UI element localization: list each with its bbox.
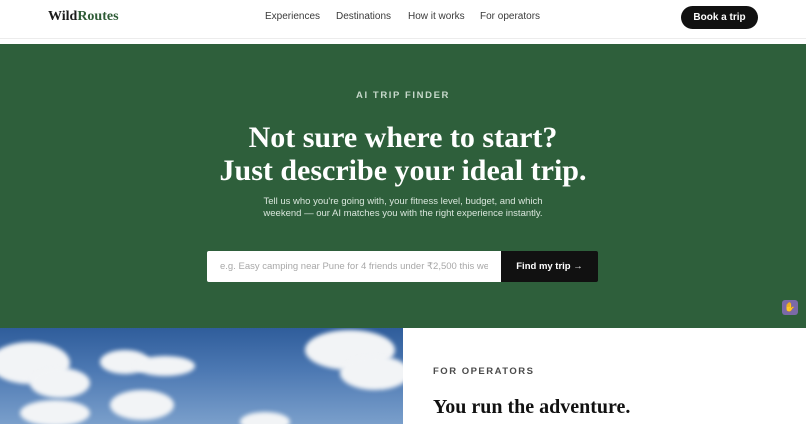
nav-link-experiences[interactable]: Experiences xyxy=(265,11,320,22)
operators-eyebrow: FOR OPERATORS xyxy=(433,366,535,377)
nav-link-how-it-works[interactable]: How it works xyxy=(408,11,465,22)
trip-search-input[interactable] xyxy=(207,251,501,282)
top-nav: WildRoutes Experiences Destinations How … xyxy=(0,0,806,39)
hero-eyebrow: AI TRIP FINDER xyxy=(355,90,450,101)
cloud-shape xyxy=(240,412,290,424)
hand-icon[interactable]: ✋ xyxy=(782,300,798,315)
hero-subtext: Tell us who you're going with, your fitn… xyxy=(263,196,543,219)
hero-headline: Not sure where to start? Just describe y… xyxy=(0,121,806,187)
ai-trip-finder-section: AI TRIP FINDER Not sure where to start? … xyxy=(0,44,806,328)
headline-line-2: Just describe your ideal trip. xyxy=(219,154,587,187)
cloud-shape xyxy=(20,400,90,424)
book-trip-button[interactable]: Book a trip xyxy=(681,6,758,29)
cloud-shape xyxy=(30,368,90,398)
cloud-shape xyxy=(135,356,195,376)
nav-link-destinations[interactable]: Destinations xyxy=(336,11,391,22)
find-trip-button[interactable]: Find my trip → xyxy=(501,251,598,282)
operators-section: FOR OPERATORS You run the adventure. xyxy=(403,328,806,424)
cloud-shape xyxy=(110,390,174,420)
cloud-shape xyxy=(340,356,403,390)
headline-line-1: Not sure where to start? xyxy=(248,121,558,154)
nav-link-for-operators[interactable]: For operators xyxy=(480,11,540,22)
operators-title: You run the adventure. xyxy=(433,396,631,418)
landscape-photo xyxy=(0,328,403,424)
